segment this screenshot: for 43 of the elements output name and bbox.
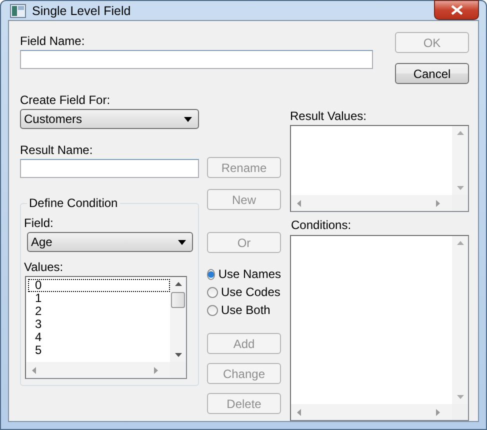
- conditions-list[interactable]: [290, 235, 469, 421]
- scroll-right-icon[interactable]: [436, 408, 440, 416]
- result-name-input[interactable]: [20, 159, 199, 178]
- scroll-down-icon[interactable]: [174, 353, 182, 357]
- dialog-button[interactable]: Cancel: [395, 63, 469, 84]
- result-values-label: Result Values:: [290, 109, 368, 123]
- scroll-up-icon[interactable]: [174, 282, 182, 286]
- window-icon: [10, 4, 26, 18]
- list-item[interactable]: 3: [28, 318, 170, 331]
- close-button[interactable]: [434, 0, 479, 20]
- field-name-input[interactable]: [20, 50, 373, 69]
- result-name-label: Result Name:: [20, 143, 94, 157]
- scroll-right-icon[interactable]: [436, 200, 440, 206]
- scroll-left-icon[interactable]: [32, 366, 36, 374]
- conditions-label: Conditions:: [291, 218, 352, 232]
- radio-option[interactable]: Use Both: [207, 303, 281, 317]
- scroll-right-icon[interactable]: [154, 366, 158, 374]
- horizontal-scrollbar[interactable]: [291, 404, 452, 420]
- create-field-for-dropdown[interactable]: Customers: [20, 109, 199, 129]
- close-icon: [450, 5, 462, 15]
- scroll-left-icon[interactable]: [297, 200, 301, 206]
- vertical-scrollbar[interactable]: [170, 277, 186, 362]
- horizontal-scrollbar[interactable]: [26, 362, 170, 378]
- create-field-for-label: Create Field For:: [20, 93, 112, 107]
- radio-option[interactable]: Use Codes: [207, 285, 281, 299]
- group-title: Define Condition: [27, 196, 120, 210]
- field-name-label: Field Name:: [20, 34, 86, 48]
- values-list[interactable]: 0 1 2 3 4 5: [25, 276, 187, 379]
- list-item[interactable]: 0: [28, 279, 170, 292]
- scroll-left-icon[interactable]: [297, 408, 301, 416]
- list-item[interactable]: 5: [28, 344, 170, 357]
- list-item[interactable]: 1: [28, 292, 170, 305]
- scroll-thumb[interactable]: [171, 292, 185, 308]
- list-item[interactable]: 4: [28, 331, 170, 344]
- field-label: Field:: [24, 216, 54, 230]
- window-title: Single Level Field: [32, 4, 131, 18]
- horizontal-scrollbar[interactable]: [291, 195, 452, 211]
- list-item[interactable]: 2: [28, 305, 170, 318]
- dropdown-arrow-icon: [178, 240, 186, 244]
- field-dropdown[interactable]: Age: [27, 232, 193, 252]
- radio-option[interactable]: Use Names: [207, 267, 281, 281]
- values-label: Values:: [24, 260, 64, 274]
- dropdown-arrow-icon: [184, 116, 192, 122]
